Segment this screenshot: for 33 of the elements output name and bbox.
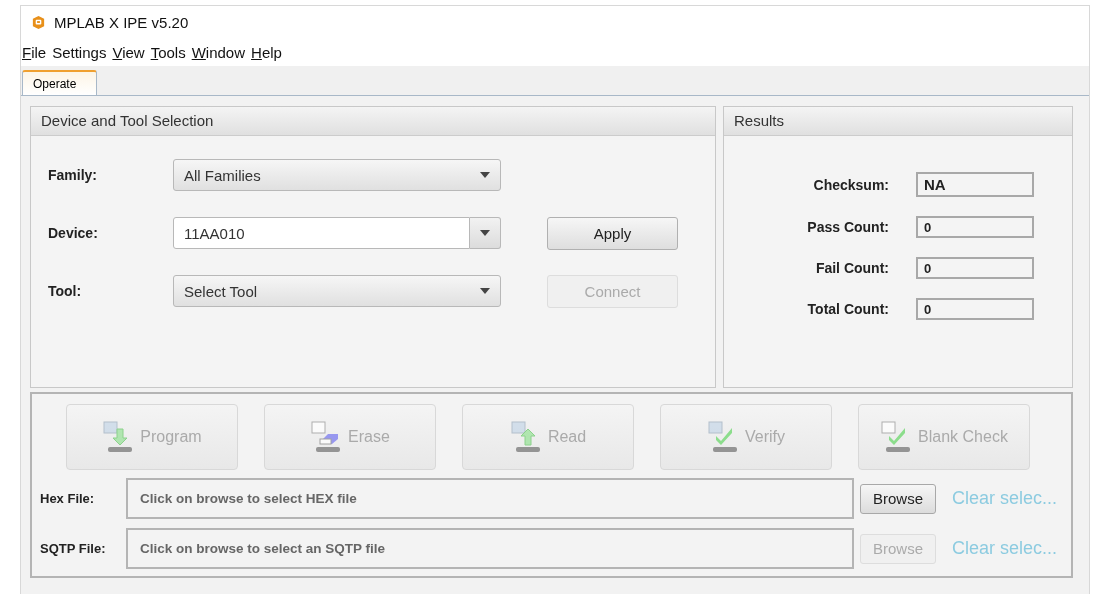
field-label: SQTP File: xyxy=(40,541,107,556)
result-value: 0 xyxy=(916,298,1034,320)
file-path-field[interactable]: Click on browse to select HEX file xyxy=(126,478,854,519)
panel-button[interactable]: Apply xyxy=(547,216,678,250)
field-label: Tool: xyxy=(48,283,83,299)
dropdown-button[interactable] xyxy=(470,217,501,249)
menu-item[interactable]: Tools xyxy=(150,43,186,61)
result-value: NA xyxy=(916,172,1034,197)
result-value: 0 xyxy=(916,216,1034,238)
tab[interactable]: Operate xyxy=(22,70,98,95)
dropdown[interactable]: All Families xyxy=(173,159,501,191)
field-label: Family: xyxy=(48,167,98,183)
menu-item[interactable]: View xyxy=(112,43,145,61)
result-label: Checksum: xyxy=(813,176,889,193)
result-value: 0 xyxy=(916,257,1034,279)
menu-item[interactable]: Settings xyxy=(52,43,107,61)
browse-button[interactable]: Browse xyxy=(860,483,936,514)
result-label: Fail Count: xyxy=(815,260,889,276)
caret-icon xyxy=(480,172,490,178)
dropdown[interactable]: Select Tool xyxy=(173,275,501,307)
menu-item[interactable]: File xyxy=(22,43,47,61)
field-label: Hex File: xyxy=(40,491,96,506)
menu-item[interactable]: Window xyxy=(191,43,246,61)
caret-icon xyxy=(480,230,490,236)
result-label: Total Count: xyxy=(807,301,889,317)
app-logo-icon xyxy=(31,15,46,31)
window-title: MPLAB X IPE v5.20 xyxy=(54,14,189,32)
file-path-field[interactable]: Click on browse to select an SQTP file xyxy=(126,528,854,569)
caret-icon xyxy=(480,288,490,294)
result-label: Pass Count: xyxy=(807,219,889,235)
device-input[interactable]: 11AA010 xyxy=(173,217,470,249)
menu-item[interactable]: Help xyxy=(251,43,282,61)
field-label: Device: xyxy=(48,225,99,241)
